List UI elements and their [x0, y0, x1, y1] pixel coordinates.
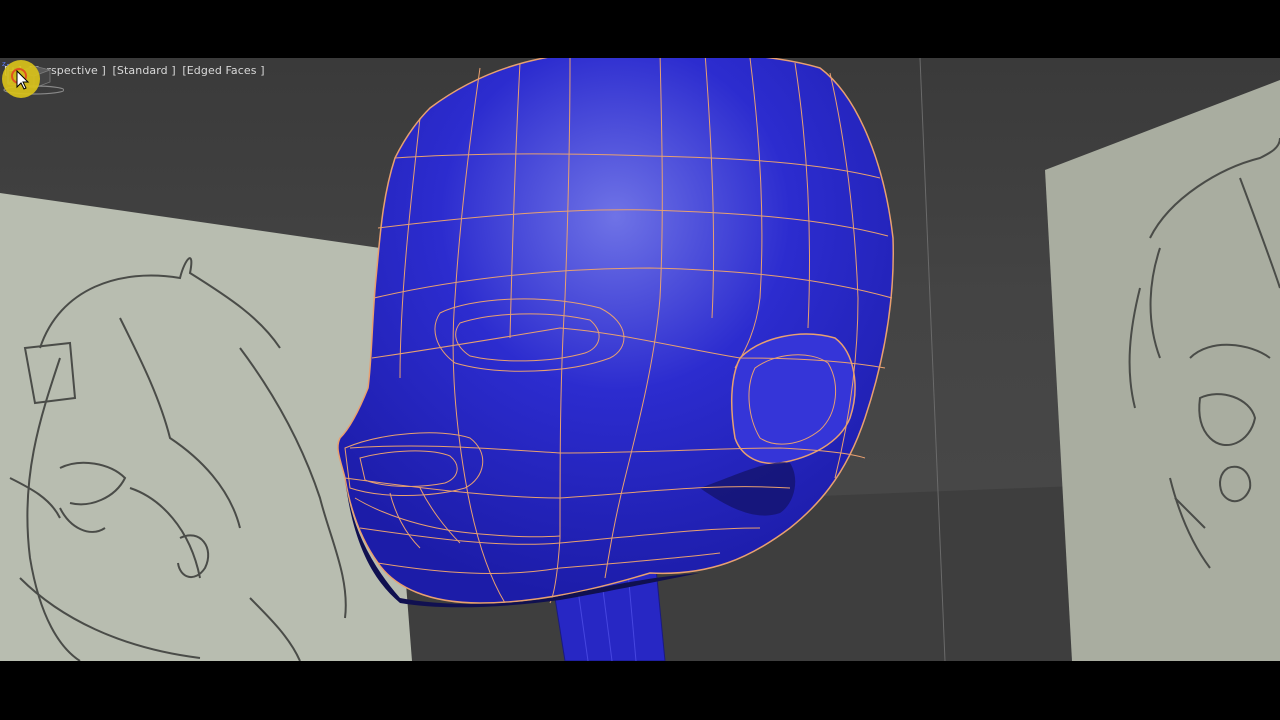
letterbox-top [0, 0, 1280, 58]
mouse-cursor-icon [2, 60, 40, 98]
right-reference-plane[interactable] [1045, 80, 1280, 661]
scene-canvas[interactable] [0, 58, 1280, 661]
viewport-shading-menu[interactable]: [Standard ] [113, 64, 176, 77]
letterbox-bottom [0, 661, 1280, 720]
viewport-display-mode-menu[interactable]: [Edged Faces ] [182, 64, 264, 77]
perspective-viewport[interactable]: [+] [Perspective ] [Standard ] [Edged Fa… [0, 58, 1280, 661]
